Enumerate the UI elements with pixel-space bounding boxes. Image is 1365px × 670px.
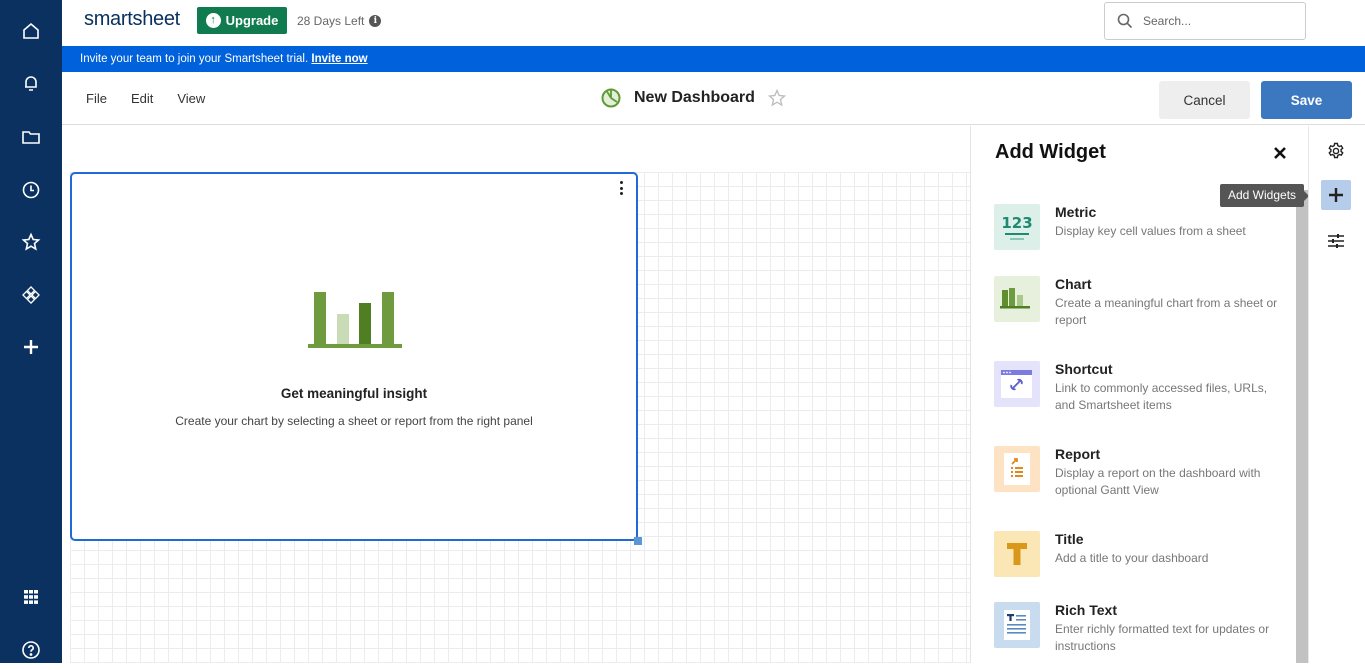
dashboard-canvas[interactable]: Get meaningful insight Create your chart…	[62, 126, 970, 663]
star-icon	[21, 232, 41, 251]
solutions-icon	[22, 286, 40, 304]
cancel-button[interactable]: Cancel	[1159, 81, 1250, 119]
chart-placeholder-icon	[308, 292, 402, 348]
metric-icon: 123	[994, 204, 1040, 250]
favorite-star-icon[interactable]	[767, 88, 787, 108]
solution-center-button[interactable]	[0, 275, 62, 315]
widget-option-chart[interactable]: Chart Create a meaningful chart from a s…	[994, 276, 1284, 336]
gear-icon	[1328, 142, 1344, 159]
widget-description: Create your chart by selecting a sheet o…	[175, 414, 533, 428]
search-box[interactable]	[1104, 2, 1306, 40]
dashboard-name[interactable]: New Dashboard	[634, 89, 755, 107]
recents-button[interactable]	[0, 170, 62, 210]
report-icon	[994, 446, 1040, 492]
home-icon	[23, 22, 39, 39]
trial-days-left: 28 Days Left	[297, 14, 365, 28]
widget-option-description: Display a report on the dashboard with o…	[1055, 466, 1261, 497]
widget-title: Get meaningful insight	[280, 386, 428, 401]
widget-option-description: Enter richly formatted text for updates …	[1055, 622, 1270, 653]
settings-button[interactable]	[1321, 136, 1351, 166]
search-input[interactable]	[1143, 14, 1293, 28]
widget-option-description: Display key cell values from a sheet	[1055, 224, 1246, 238]
dashboard-icon	[601, 88, 621, 108]
invite-now-link[interactable]: Invite now	[311, 53, 367, 65]
menu-edit[interactable]: Edit	[131, 91, 153, 106]
plus-icon	[24, 340, 38, 354]
widget-option-rich-text[interactable]: Rich Text Enter richly formatted text fo…	[994, 602, 1284, 662]
scrollbar-thumb[interactable]	[1296, 190, 1308, 663]
dashboard-title: New Dashboard	[600, 87, 787, 109]
search-icon	[1117, 13, 1133, 29]
title-icon	[994, 531, 1040, 577]
banner-message: Invite your team to join your Smartsheet…	[80, 53, 309, 65]
dashboard-toolbar: File Edit View New Dashboard Cancel Save	[62, 73, 1365, 125]
add-widgets-tooltip: Add Widgets	[1220, 184, 1310, 207]
widget-option-description: Add a title to your dashboard	[1055, 551, 1209, 565]
widget-option-report[interactable]: Report Display a report on the dashboard…	[994, 446, 1284, 506]
menu-view[interactable]: View	[177, 91, 205, 106]
folder-icon	[22, 131, 40, 144]
apps-grid-icon	[24, 590, 38, 604]
menu-file[interactable]: File	[86, 91, 107, 106]
chart-icon	[994, 276, 1040, 322]
widget-option-name: Rich Text	[1055, 602, 1117, 618]
svg-text:123: 123	[1001, 214, 1032, 232]
trial-status: 28 Days Left i	[297, 14, 382, 28]
notifications-button[interactable]	[0, 63, 62, 103]
info-icon[interactable]: i	[369, 15, 382, 27]
top-bar: smartsheet ↑ Upgrade 28 Days Left i	[62, 0, 1365, 41]
left-nav-rail	[0, 0, 62, 663]
panel-title: Add Widget	[995, 141, 1106, 163]
widget-option-name: Shortcut	[1055, 361, 1113, 377]
browse-button[interactable]	[0, 117, 62, 157]
resize-handle[interactable]	[634, 537, 642, 545]
shortcut-icon	[994, 361, 1040, 407]
close-icon[interactable]	[1271, 144, 1289, 162]
plus-icon	[1329, 188, 1343, 202]
sliders-icon	[1328, 234, 1344, 248]
home-button[interactable]	[0, 11, 62, 51]
bell-icon	[25, 76, 37, 91]
help-button[interactable]	[0, 630, 62, 670]
widget-option-name: Metric	[1055, 204, 1097, 220]
widget-option-metric[interactable]: 123 Metric Display key cell values from …	[994, 204, 1284, 264]
widget-more-options-icon[interactable]	[616, 180, 626, 196]
favorites-button[interactable]	[0, 222, 62, 262]
menu-bar: File Edit View	[86, 91, 205, 106]
save-button[interactable]: Save	[1261, 81, 1352, 119]
right-tool-rail	[1308, 126, 1365, 663]
clock-icon	[22, 181, 40, 199]
chart-widget[interactable]: Get meaningful insight Create your chart…	[70, 172, 642, 545]
upgrade-arrow-icon: ↑	[205, 13, 221, 28]
widget-option-title[interactable]: Title Add a title to your dashboard	[994, 531, 1284, 591]
format-button[interactable]	[1321, 226, 1351, 256]
rich-text-icon	[994, 602, 1040, 648]
trial-invite-banner: Invite your team to join your Smartsheet…	[62, 46, 1365, 72]
create-button[interactable]	[0, 327, 62, 367]
widget-option-shortcut[interactable]: Shortcut Link to commonly accessed files…	[994, 361, 1284, 421]
widget-option-name: Report	[1055, 446, 1101, 462]
widget-option-name: Chart	[1055, 276, 1092, 292]
help-icon	[22, 641, 40, 659]
smartsheet-logo[interactable]: smartsheet	[84, 8, 180, 31]
upgrade-label: Upgrade	[225, 13, 279, 28]
add-widgets-button[interactable]	[1321, 180, 1351, 210]
widget-option-description: Link to commonly accessed files, URLs, a…	[1055, 381, 1268, 412]
launcher-button[interactable]	[0, 577, 62, 617]
widget-option-description: Create a meaningful chart from a sheet o…	[1055, 296, 1278, 327]
upgrade-button[interactable]: ↑ Upgrade	[197, 7, 287, 34]
widget-option-name: Title	[1055, 531, 1084, 547]
